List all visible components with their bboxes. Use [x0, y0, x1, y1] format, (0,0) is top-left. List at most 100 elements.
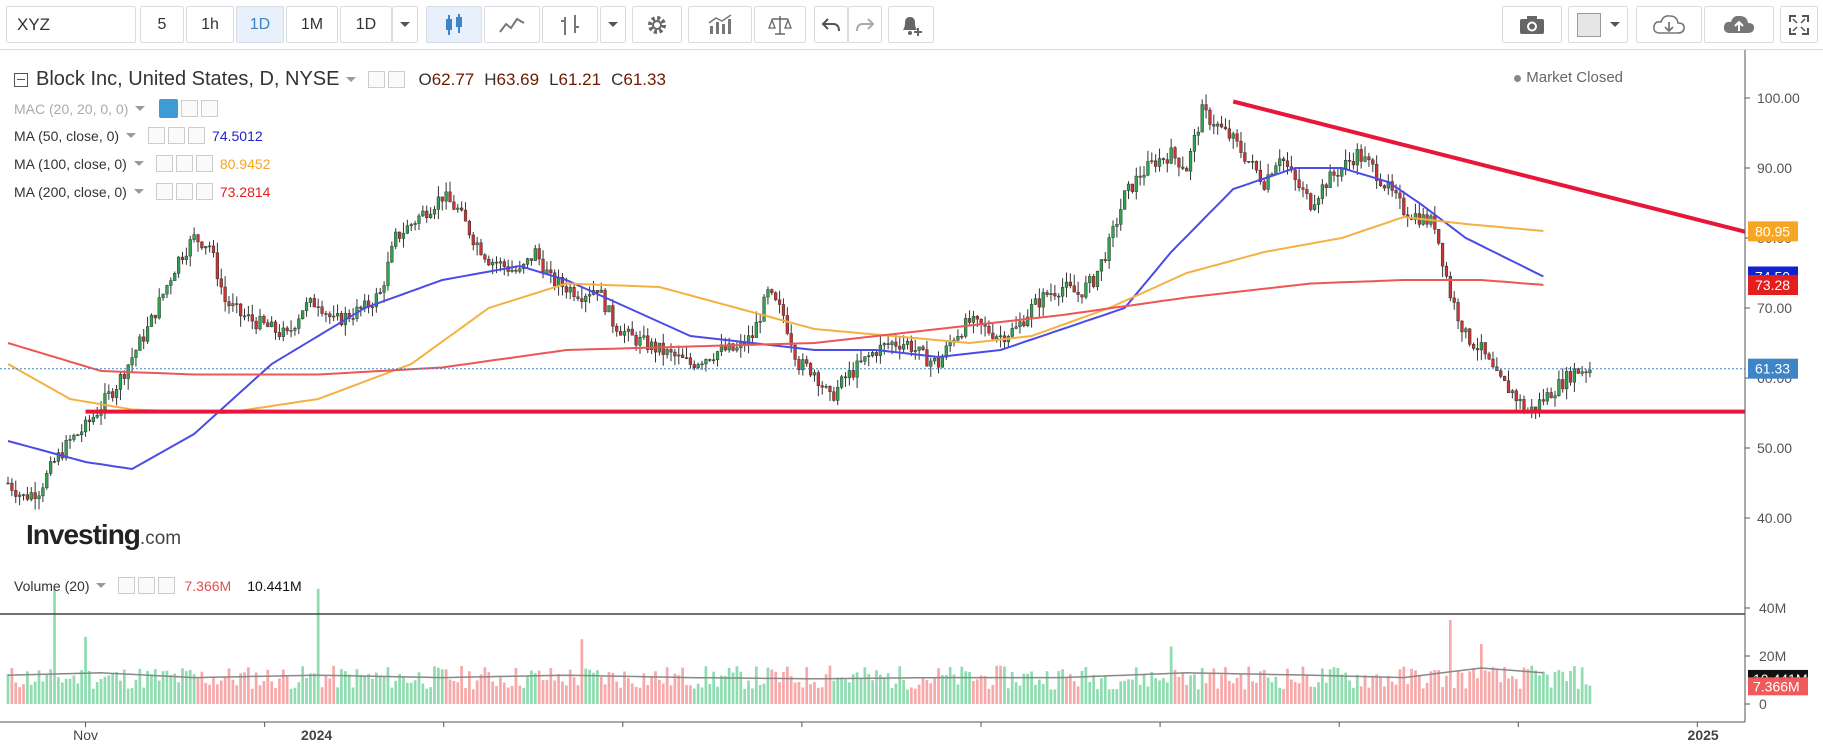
fullscreen-button[interactable]: [1780, 6, 1818, 43]
indicators-button[interactable]: [688, 6, 752, 43]
candle: [49, 456, 53, 476]
candle-body: [1340, 167, 1344, 177]
candle-body: [599, 289, 603, 293]
volume-controls[interactable]: [118, 577, 178, 594]
candle-body: [1456, 302, 1460, 322]
candle-body: [746, 335, 751, 346]
candle: [1037, 288, 1041, 317]
volume-bar: [634, 686, 638, 704]
upload-button[interactable]: [1704, 6, 1774, 43]
snapshot-button[interactable]: [1502, 6, 1562, 43]
candle: [1514, 388, 1518, 412]
candle: [1518, 394, 1522, 409]
candles-button[interactable]: [426, 6, 482, 43]
volume-bar: [502, 682, 506, 704]
volume-bar: [309, 673, 312, 704]
line-chart-button[interactable]: [484, 6, 540, 43]
candle-body: [863, 356, 867, 362]
candle-body: [898, 345, 902, 350]
indicator-controls[interactable]: [181, 100, 221, 117]
candle: [758, 314, 762, 334]
collapse-legend-icon[interactable]: [14, 72, 28, 87]
candle: [1103, 251, 1107, 264]
candle: [1247, 161, 1251, 164]
volume-bar: [506, 687, 510, 704]
interval-1m[interactable]: 1M: [286, 6, 338, 43]
interval-1d-custom[interactable]: 1D: [340, 6, 392, 43]
candle-body: [1382, 185, 1387, 189]
candle-body: [1173, 147, 1177, 159]
interval-dropdown[interactable]: [392, 6, 418, 43]
eye-icon[interactable]: [159, 99, 179, 118]
candle-body: [1072, 285, 1076, 293]
settings-button[interactable]: [632, 6, 682, 43]
candle: [1061, 278, 1065, 303]
candle-body: [176, 256, 181, 274]
candle: [208, 241, 212, 253]
candle-body: [1468, 328, 1472, 345]
interval-1h[interactable]: 1h: [186, 6, 234, 43]
candle: [204, 245, 208, 255]
color-picker-button[interactable]: [1568, 6, 1628, 43]
candle: [289, 320, 293, 338]
bar-chart-button[interactable]: [542, 6, 598, 43]
volume-bar: [1452, 687, 1456, 704]
candle-body: [758, 320, 762, 323]
candle-body: [933, 358, 937, 362]
candle: [1254, 160, 1259, 174]
volume-bar: [1134, 667, 1138, 704]
volume-bar: [26, 671, 29, 704]
candle-body: [1165, 159, 1169, 164]
candle-body: [1305, 189, 1309, 194]
volume-bar: [731, 672, 735, 704]
candle: [615, 323, 619, 337]
volume-bar: [906, 689, 909, 704]
symbol-input[interactable]: XYZ: [6, 6, 136, 43]
chevron-down-icon[interactable]: [126, 133, 137, 138]
indicator-controls[interactable]: [155, 183, 216, 200]
interval-1d[interactable]: 1D: [236, 6, 284, 43]
volume-bar: [495, 686, 498, 704]
candle-body: [867, 355, 871, 358]
candle-body: [21, 494, 26, 496]
chevron-down-icon[interactable]: [135, 106, 146, 111]
volume-bar: [1282, 689, 1285, 704]
chart-type-dropdown[interactable]: [600, 6, 626, 43]
indicator-controls[interactable]: [148, 127, 208, 144]
candle: [948, 334, 952, 352]
redo-button[interactable]: [848, 6, 882, 43]
volume-bar: [692, 688, 696, 704]
chevron-down-icon[interactable]: [133, 189, 144, 194]
candle: [394, 228, 398, 250]
candle-body: [1142, 174, 1146, 178]
legend-controls[interactable]: [368, 71, 408, 88]
interval-5[interactable]: 5: [140, 6, 184, 43]
volume-bar: [1181, 672, 1185, 704]
candle: [1510, 389, 1514, 399]
candle-body: [847, 370, 851, 379]
compare-button[interactable]: [754, 6, 806, 43]
indicator-controls[interactable]: [155, 155, 216, 172]
volume-bar: [805, 667, 809, 704]
alert-button[interactable]: [888, 6, 934, 43]
candle-body: [1483, 342, 1487, 355]
download-button[interactable]: [1636, 6, 1702, 43]
volume-bar: [1514, 679, 1518, 704]
candle: [417, 213, 421, 231]
candle-body: [1541, 399, 1545, 402]
candle-body: [1444, 265, 1449, 277]
price-chart[interactable]: 40.0050.0060.0070.0080.0090.00100.00020M…: [0, 50, 1823, 750]
volume-bar: [894, 683, 898, 704]
chevron-down-icon[interactable]: [133, 161, 144, 166]
candle: [1138, 166, 1142, 186]
undo-button[interactable]: [814, 6, 848, 43]
chevron-down-icon[interactable]: [96, 583, 107, 588]
volume-bar: [440, 669, 444, 704]
volume-bar: [227, 668, 231, 704]
volume-bar: [1332, 667, 1336, 704]
candle: [308, 297, 313, 308]
volume-bar: [491, 681, 495, 704]
chevron-down-icon[interactable]: [346, 77, 357, 82]
candle: [1301, 181, 1305, 198]
candle: [1572, 362, 1577, 393]
